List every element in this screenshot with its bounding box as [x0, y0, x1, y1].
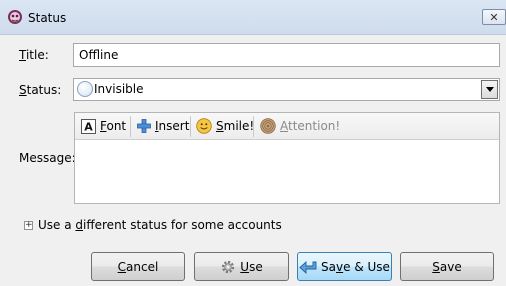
use-button[interactable]: Use	[194, 252, 289, 281]
window-title: Status	[28, 11, 67, 25]
save-button[interactable]: Save	[400, 252, 494, 281]
svg-text:A: A	[84, 120, 93, 133]
message-textarea[interactable]	[75, 140, 499, 203]
gear-icon	[222, 260, 235, 273]
title-bar: Status ✕	[0, 0, 506, 35]
insert-button[interactable]: Insert	[137, 117, 189, 135]
attention-button[interactable]: Attention!	[260, 117, 340, 135]
message-label: Message:	[19, 151, 76, 165]
different-status-toggle[interactable]: Use a different status for some accounts	[38, 218, 282, 232]
save-and-use-button[interactable]: Save & Use	[297, 252, 392, 281]
status-label: Status:	[19, 83, 62, 97]
message-toolbar: A Font Insert Smile! Attention!	[75, 113, 499, 140]
font-button[interactable]: A Font	[81, 117, 126, 135]
cancel-button[interactable]: Cancel	[91, 252, 185, 281]
smile-button[interactable]: Smile!	[196, 117, 254, 135]
close-icon: ✕	[489, 10, 499, 24]
arrow-icon	[299, 260, 317, 274]
invisible-status-icon	[77, 81, 93, 97]
font-icon: A	[81, 118, 96, 134]
status-select[interactable]: Invisible	[73, 78, 500, 101]
toolbar-divider	[130, 116, 131, 137]
title-input[interactable]	[73, 43, 500, 67]
toolbar-divider	[253, 116, 254, 137]
insert-plus-icon	[137, 119, 151, 133]
title-label: Title:	[19, 48, 49, 62]
chevron-down-icon[interactable]	[481, 80, 498, 99]
message-editor: A Font Insert Smile! Attention!	[74, 112, 500, 204]
close-button[interactable]: ✕	[482, 9, 506, 25]
expander-toggle[interactable]: +	[24, 221, 33, 230]
attention-icon	[260, 118, 276, 134]
status-selected-value: Invisible	[94, 82, 144, 96]
toolbar-divider	[190, 116, 191, 137]
app-icon	[8, 10, 22, 24]
smiley-icon	[196, 118, 212, 134]
